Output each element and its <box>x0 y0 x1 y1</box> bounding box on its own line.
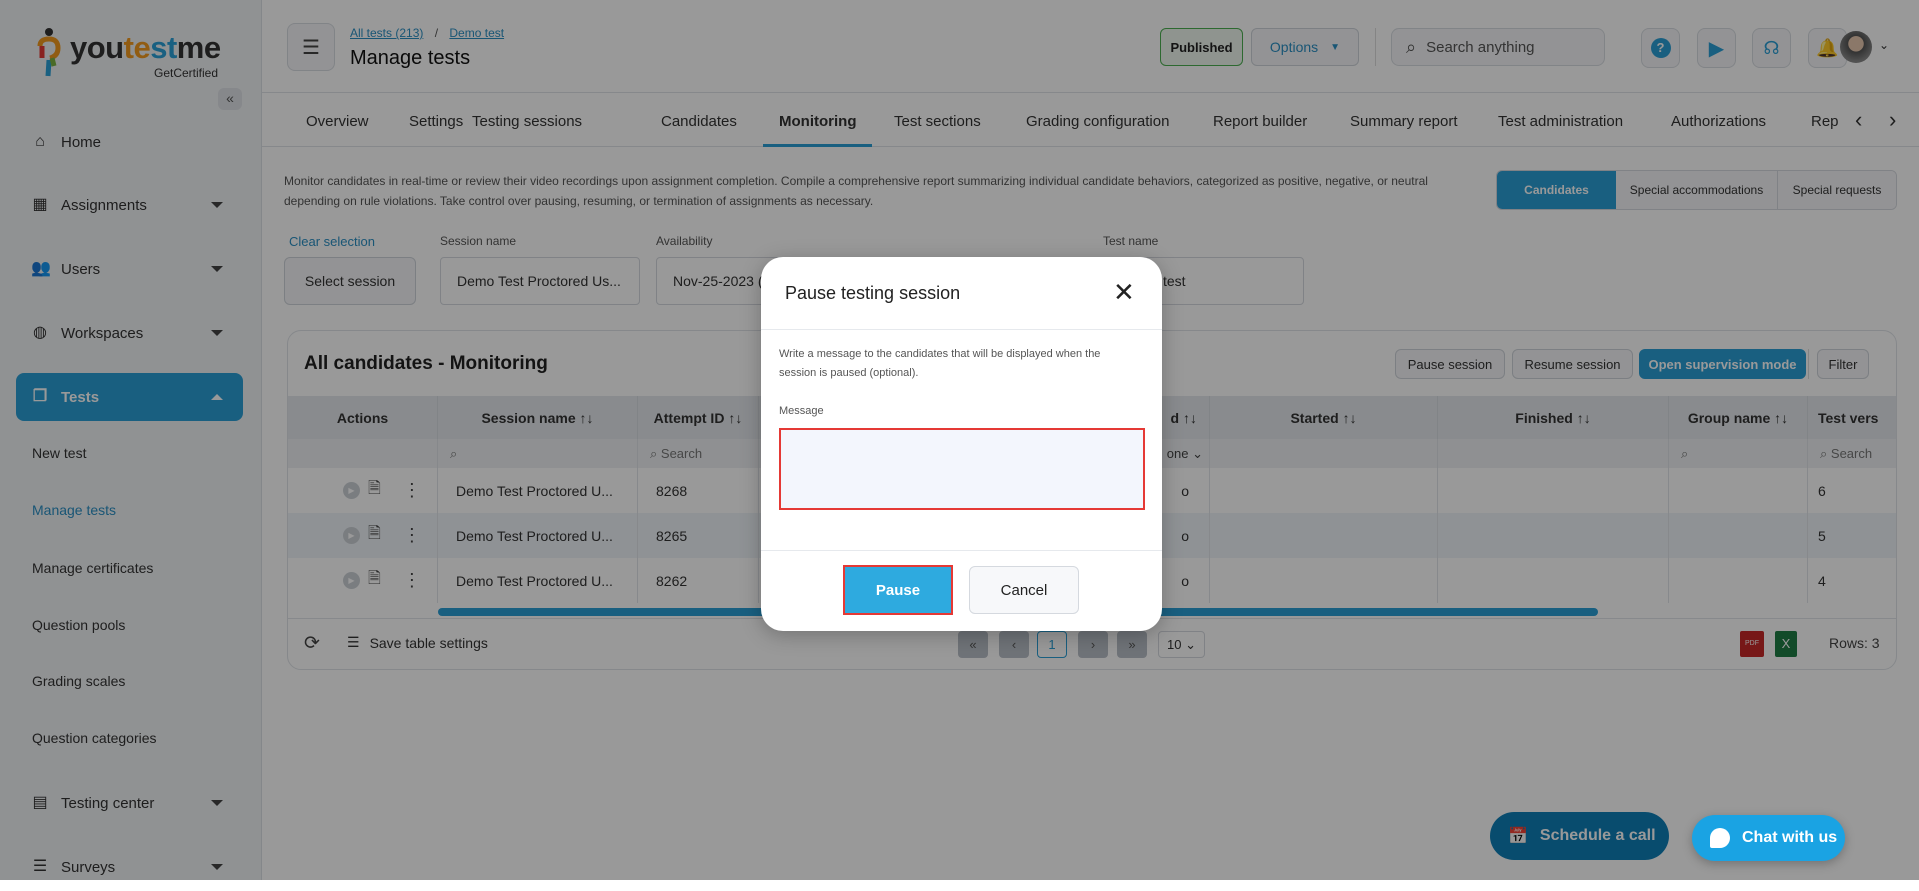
close-icon[interactable]: ✕ <box>1113 277 1135 307</box>
message-textarea[interactable] <box>779 428 1145 510</box>
divider <box>761 550 1162 551</box>
chat-label: Chat with us <box>1742 829 1838 846</box>
message-label: Message <box>779 405 824 417</box>
chat-with-us-button[interactable]: Chat with us <box>1692 815 1845 861</box>
chat-bubble-icon <box>1710 828 1730 848</box>
dialog-description: Write a message to the candidates that w… <box>779 348 1101 379</box>
divider <box>761 329 1162 330</box>
pause-session-dialog: Pause testing session ✕ Write a message … <box>761 257 1162 631</box>
cancel-button[interactable]: Cancel <box>969 566 1079 614</box>
dialog-title: Pause testing session <box>785 283 961 303</box>
pause-button[interactable]: Pause <box>843 565 953 615</box>
